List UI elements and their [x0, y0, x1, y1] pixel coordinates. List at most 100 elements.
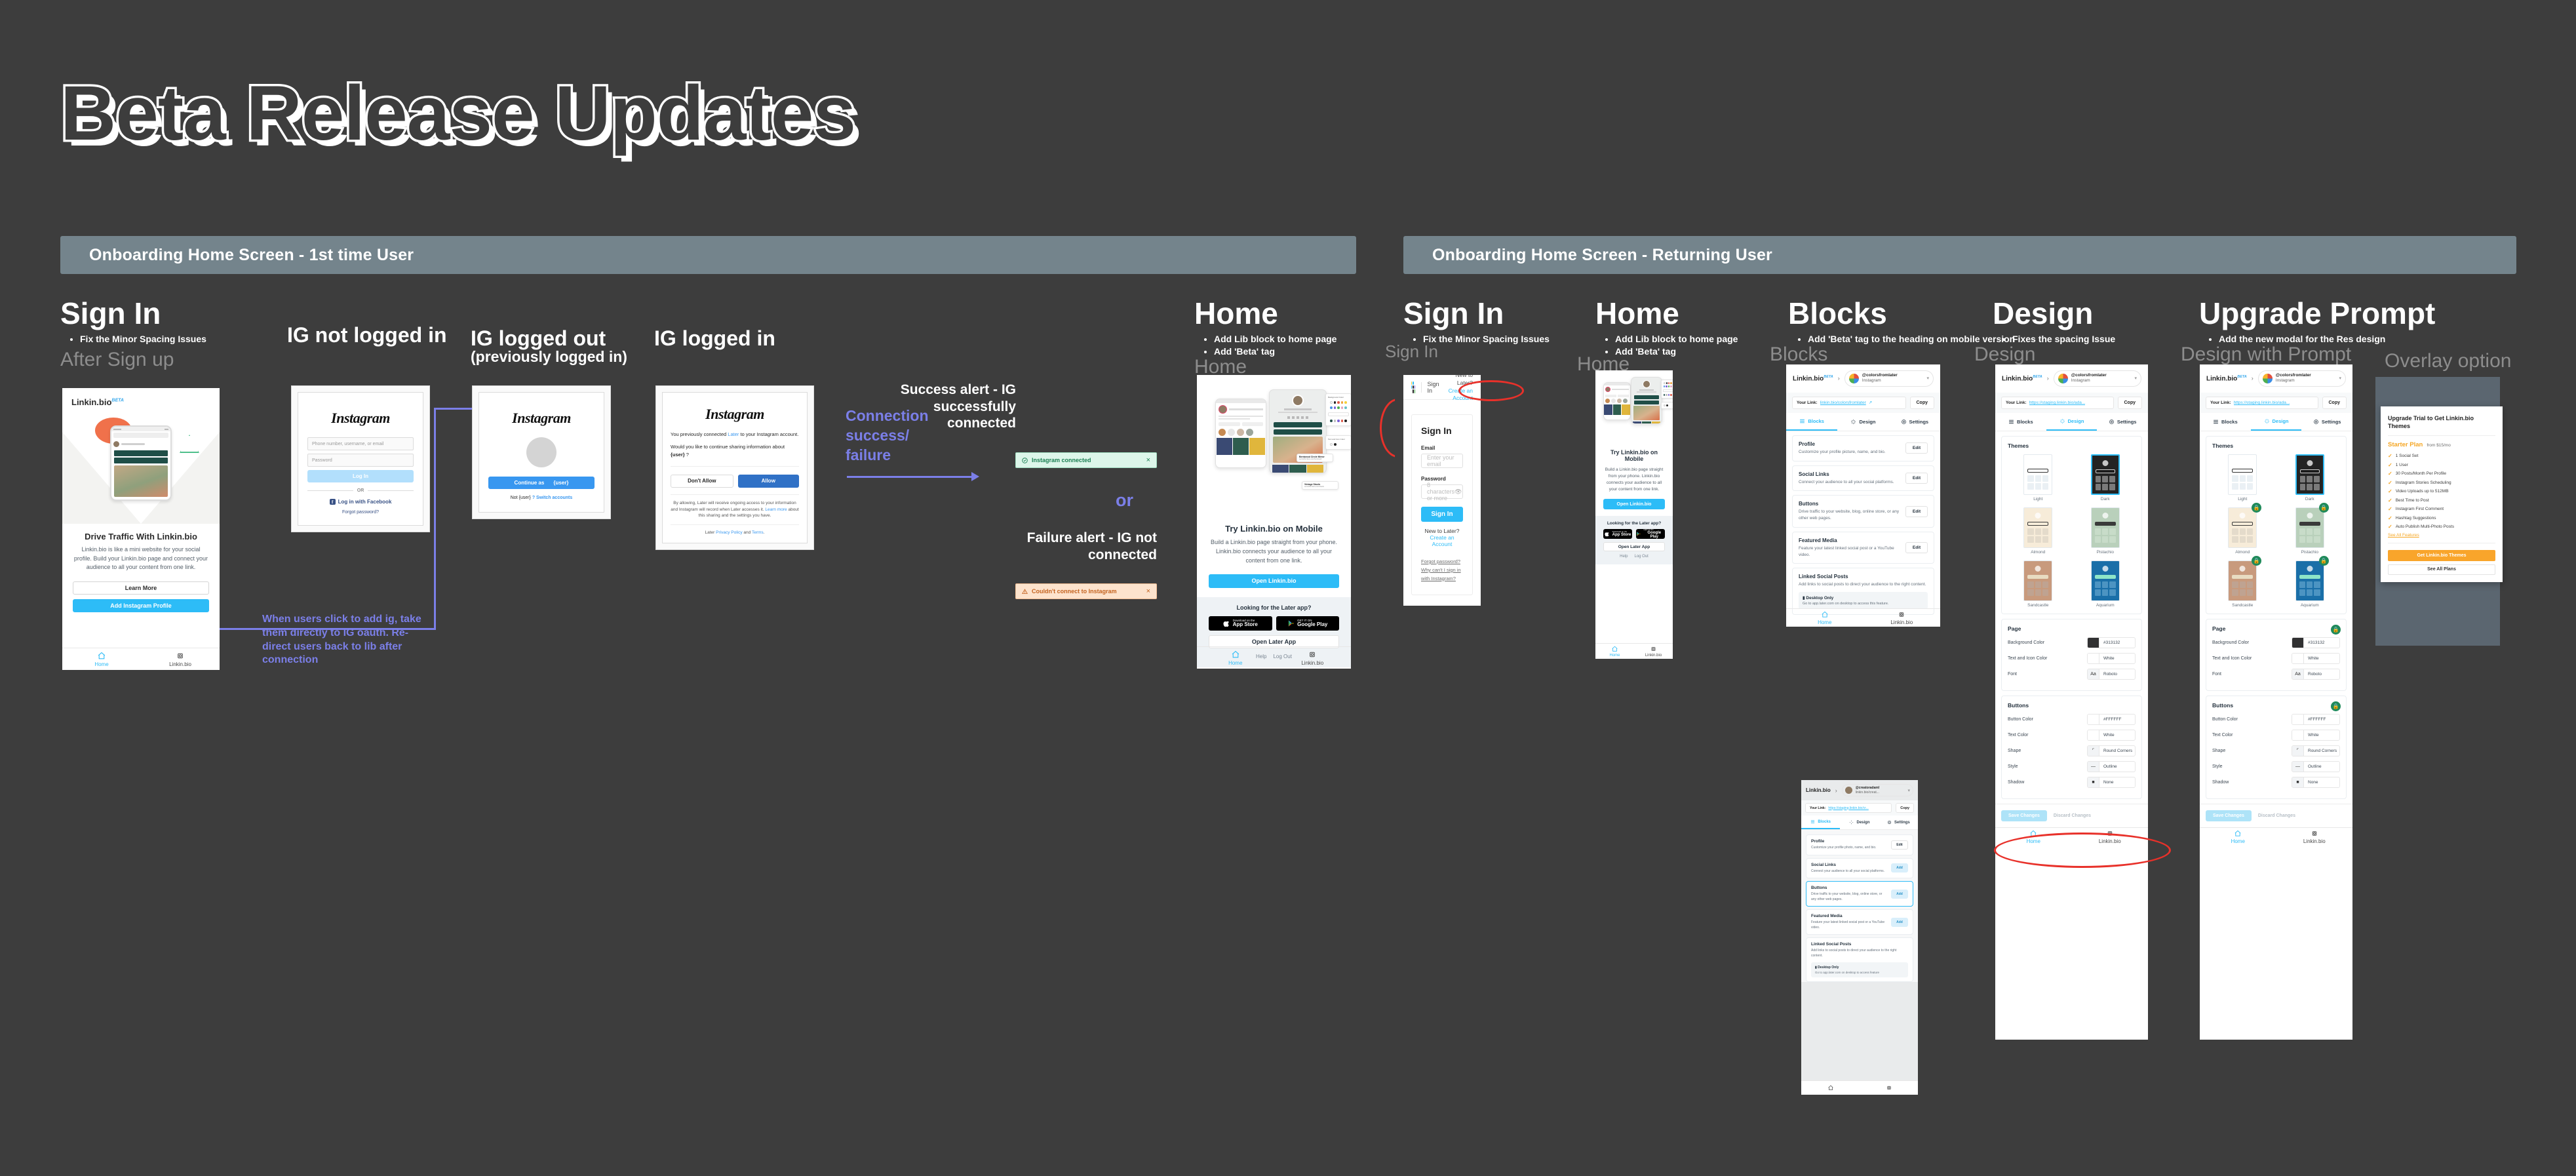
forgot-password-link[interactable]: Forgot password?	[307, 510, 414, 515]
theme-option[interactable]: Pistachio 🔒	[2295, 502, 2329, 555]
theme-option[interactable]: Light	[2228, 454, 2257, 501]
setting-control[interactable]: ⌜ Round Corners	[2292, 745, 2340, 756]
see-all-features-link[interactable]: See All Features	[2388, 533, 2495, 538]
password-field[interactable]: 8 characters or more 👁	[1421, 482, 1463, 501]
tab-settings[interactable]: Settings	[2097, 413, 2148, 431]
theme-thumbnail[interactable]	[2023, 560, 2053, 601]
learn-more-button[interactable]: Learn More	[73, 581, 209, 595]
add-button[interactable]: Add	[1891, 889, 1908, 899]
ig-login-button[interactable]: Log In	[307, 470, 414, 482]
edit-button[interactable]: Edit	[1891, 840, 1908, 850]
later-link[interactable]: Later	[728, 431, 739, 437]
tab-settings[interactable]: Settings	[1879, 815, 1918, 829]
your-link-field[interactable]: Your Link: https://staging.linkin.bio/ad…	[2206, 396, 2318, 409]
googleplay-badge[interactable]: GET IT ON Google Play	[1276, 616, 1339, 631]
open-linkinbio-button[interactable]: Open Linkin.bio	[1603, 499, 1665, 510]
copy-link-button[interactable]: Copy	[2322, 396, 2347, 409]
why-instagram-link[interactable]: Why can't I sign in with Instagram?	[1421, 566, 1463, 583]
setting-control[interactable]: #313132	[2292, 637, 2340, 648]
edit-button[interactable]: Edit	[1905, 505, 1928, 517]
your-link-field[interactable]: Your Link: linkin.bio/colorsfromlater ↗	[1792, 396, 1906, 409]
tab-design[interactable]: Design	[2046, 413, 2098, 431]
eye-off-icon[interactable]: 👁	[1454, 488, 1462, 496]
theme-thumbnail[interactable]	[2295, 560, 2324, 601]
tab-home[interactable]: Home	[62, 648, 141, 670]
ig-password-input[interactable]: Password	[307, 454, 414, 467]
discard-changes-button[interactable]: Discard Changes	[2258, 813, 2295, 818]
edit-button[interactable]: Edit	[1905, 542, 1928, 554]
tab-linkinbio[interactable]: Linkin.bio	[2276, 828, 2353, 847]
theme-thumbnail[interactable]	[2023, 507, 2053, 548]
signin-submit-button[interactable]: Sign In	[1421, 507, 1463, 522]
theme-thumbnail[interactable]	[2090, 507, 2120, 548]
appstore-badge[interactable]: Download on the App Store	[1209, 616, 1272, 631]
tab-linkinbio[interactable]	[1860, 1081, 1918, 1095]
link-value[interactable]: https://staging.linkin.bio/cr...	[1828, 806, 1868, 810]
theme-option[interactable]: Aquarium 🔒	[2295, 555, 2329, 608]
help-link[interactable]: Help	[1620, 555, 1628, 559]
tab-settings[interactable]: Settings	[1889, 413, 1940, 431]
tab-design[interactable]: Design	[2250, 413, 2302, 431]
copy-link-button[interactable]: Copy	[1896, 803, 1914, 813]
setting-control[interactable]: #FFFFFF	[2087, 713, 2136, 725]
setting-control[interactable]: Aa Roboto	[2087, 668, 2136, 680]
theme-option[interactable]: Almond 🔒	[2228, 502, 2262, 555]
close-icon[interactable]: ×	[1146, 456, 1150, 464]
theme-thumbnail[interactable]	[2295, 507, 2324, 548]
block-card[interactable]: Profile Customize your profile picture, n…	[1792, 435, 1934, 461]
tab-blocks[interactable]: Blocks	[1995, 413, 2046, 431]
add-button[interactable]: Add	[1891, 917, 1908, 927]
logout-link[interactable]: Log Out	[1634, 555, 1648, 559]
setting-control[interactable]: ⌜ Round Corners	[2087, 745, 2136, 756]
setting-control[interactable]: #FFFFFF	[2292, 713, 2340, 725]
account-switcher[interactable]: @colorsfromlater Instagram ▾	[1844, 370, 1934, 387]
setting-control[interactable]: White	[2087, 729, 2136, 741]
block-card[interactable]: Linked Social Posts Add links to social …	[1806, 937, 1913, 982]
block-card[interactable]: Buttons Drive traffic to your website, bl…	[1792, 495, 1934, 528]
theme-option[interactable]: Aquarium	[2090, 560, 2120, 608]
your-link-field[interactable]: Your Link: https://staging.linkin.bio/ad…	[2001, 396, 2114, 409]
theme-thumbnail[interactable]	[2228, 454, 2257, 495]
add-instagram-profile-button[interactable]: Add Instagram Profile	[73, 598, 209, 612]
account-switcher[interactable]: @creatoradaml linkin.bio/creat... ▾	[1841, 784, 1913, 796]
edit-button[interactable]: Edit	[1905, 473, 1928, 484]
appstore-badge[interactable]: Download on the App Store	[1603, 529, 1632, 539]
setting-control[interactable]: Aa Roboto	[2292, 668, 2340, 680]
setting-control[interactable]: White	[2292, 729, 2340, 741]
tab-linkinbio[interactable]: Linkin.bio	[141, 648, 220, 670]
setting-control[interactable]: White	[2292, 652, 2340, 664]
tab-home[interactable]: Home	[1197, 647, 1274, 669]
tab-linkinbio[interactable]: Linkin.bio	[1864, 609, 1941, 627]
theme-option[interactable]: Pistachio	[2090, 507, 2120, 555]
edit-button[interactable]: Edit	[1905, 442, 1928, 454]
tab-design[interactable]: Design	[1837, 413, 1888, 431]
theme-option[interactable]: Almond	[2023, 507, 2053, 555]
block-card[interactable]: Social Links Connect your audience to all…	[1792, 465, 1934, 492]
setting-control[interactable]: #313132	[2087, 637, 2136, 648]
save-changes-button[interactable]: Save Changes	[2206, 810, 2252, 821]
get-themes-button[interactable]: Get Linkin.bio Themes	[2388, 549, 2495, 561]
link-value[interactable]: https://staging.linkin.bio/ada...	[2029, 401, 2086, 405]
save-changes-button[interactable]: Save Changes	[2001, 810, 2047, 821]
see-all-plans-button[interactable]: See All Plans	[2388, 564, 2495, 575]
privacy-policy-link[interactable]: Privacy Policy	[716, 530, 742, 535]
tab-blocks[interactable]: Blocks	[2200, 413, 2251, 431]
discard-changes-button[interactable]: Discard Changes	[2054, 813, 2091, 818]
continue-as-button[interactable]: Continue as {user}	[488, 477, 595, 489]
switch-accounts-link[interactable]: ? Switch accounts	[532, 496, 572, 500]
tab-blocks[interactable]: Blocks	[1801, 815, 1841, 829]
tab-home[interactable]	[1801, 1081, 1860, 1095]
block-card[interactable]: Buttons Drive traffic to your website, bl…	[1806, 881, 1913, 907]
link-value[interactable]: https://staging.linkin.bio/ada...	[2234, 401, 2290, 405]
theme-option[interactable]: Light	[2023, 454, 2053, 501]
terms-link[interactable]: Terms	[752, 530, 764, 535]
facebook-login-button[interactable]: f Log in with Facebook	[307, 499, 414, 505]
allow-button[interactable]: Allow	[737, 474, 799, 488]
theme-option[interactable]: Dark	[2295, 454, 2324, 501]
setting-control[interactable]: — Outline	[2292, 760, 2340, 772]
ig-username-input[interactable]: Phone number, username, or email	[307, 437, 414, 450]
tab-linkinbio[interactable]: Linkin.bio	[1634, 644, 1673, 659]
tab-blocks[interactable]: Blocks	[1786, 413, 1838, 431]
tab-settings[interactable]: Settings	[2301, 413, 2352, 431]
close-icon[interactable]: ×	[1146, 587, 1150, 595]
